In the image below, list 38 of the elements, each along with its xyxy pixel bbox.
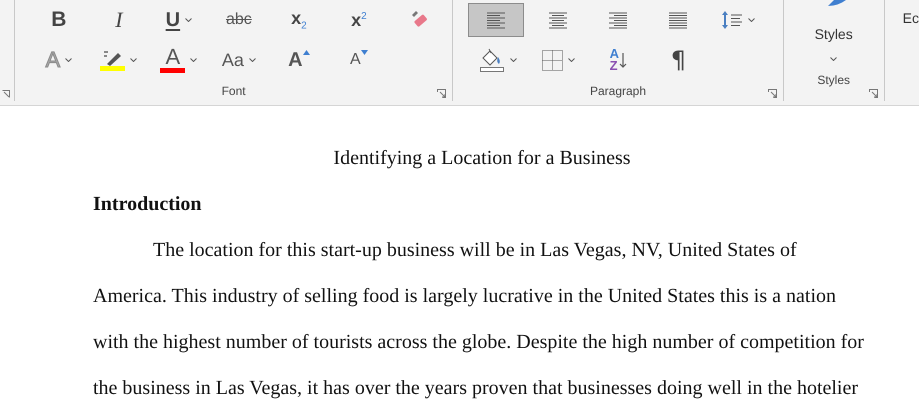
borders-icon: [542, 50, 563, 70]
dialog-launcher-icon[interactable]: [2, 90, 10, 98]
italic-button[interactable]: I: [88, 3, 149, 37]
group-label: Font: [222, 84, 246, 98]
shrink-font-button[interactable]: A: [328, 43, 389, 77]
dialog-launcher-icon[interactable]: [768, 89, 777, 98]
group-label: Paragraph: [590, 84, 646, 98]
grow-font-button[interactable]: A: [268, 43, 329, 77]
font-color-button[interactable]: A: [148, 43, 209, 77]
group-label: Styles: [817, 73, 850, 87]
line-spacing-icon: [721, 10, 744, 30]
superscript-button[interactable]: x$^{2}$: [328, 3, 389, 37]
brush-icon: [828, 0, 848, 6]
group-label: Ec: [902, 10, 919, 26]
align-center-icon: [549, 12, 568, 28]
justify-icon: [669, 12, 688, 28]
show-marks-button[interactable]: ¶: [648, 43, 708, 77]
up-triangle-icon: [302, 50, 310, 55]
section-heading: Introduction: [93, 193, 202, 215]
subscript-button[interactable]: x$_{2}$: [268, 3, 329, 37]
strikethrough-button[interactable]: abc: [208, 3, 269, 37]
paint-bucket-icon: [479, 48, 506, 72]
dialog-launcher-icon[interactable]: [868, 89, 878, 98]
dialog-launcher-icon[interactable]: [437, 89, 446, 98]
bold-button[interactable]: B: [28, 3, 89, 37]
body-paragraph: The location for this start-up business will be in Las Vegas, NV, United States of America. This industry of selling food is largely lucrative in the United States this is a nation with the highest number of tourists across the globe. Despite the high number of competition for the business in Las Vegas, it has over the years proven that businesses doing well in the hotelier: [93, 238, 865, 401]
align-left-button[interactable]: [468, 3, 524, 37]
document-title: Identifying a Location for a Business: [333, 147, 631, 169]
sort-button[interactable]: A Z: [588, 43, 648, 77]
underline-button[interactable]: U: [148, 3, 209, 37]
eraser-icon: [410, 11, 428, 29]
align-right-icon: [609, 12, 628, 28]
down-arrow-icon: [619, 51, 628, 69]
highlighter-pen-icon: [102, 50, 123, 66]
styles-button[interactable]: Styles: [784, 0, 884, 70]
align-left-icon: [487, 12, 506, 28]
change-case-button[interactable]: Aa: [208, 43, 269, 77]
down-triangle-icon: [360, 50, 368, 55]
